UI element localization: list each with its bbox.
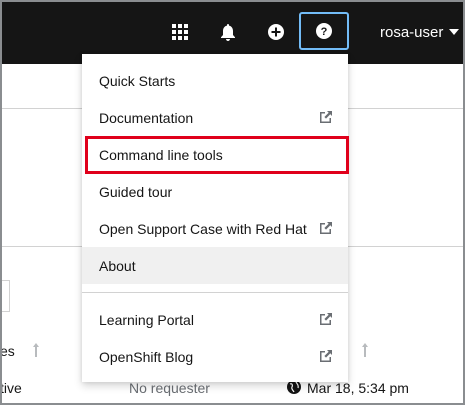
- user-menu-toggle[interactable]: rosa-user: [380, 20, 460, 44]
- row-date: Mar 18, 5:34 pm: [307, 380, 409, 396]
- menu-item-open-support-case[interactable]: Open Support Case with Red Hat: [82, 210, 348, 247]
- menu-divider: [82, 292, 348, 293]
- import-add-button[interactable]: [256, 12, 296, 52]
- menu-item-quick-starts[interactable]: Quick Starts: [82, 62, 348, 99]
- menu-item-openshift-blog[interactable]: OpenShift Blog: [82, 338, 348, 375]
- row-requester: No requester: [129, 380, 210, 396]
- external-link-icon: [320, 313, 332, 325]
- column-header[interactable]: es: [0, 343, 15, 359]
- app-launcher-button[interactable]: [160, 12, 200, 52]
- sort-icon[interactable]: [31, 342, 41, 358]
- menu-item-label: Learning Portal: [99, 311, 194, 328]
- row-status: tive: [0, 380, 22, 396]
- menu-item-label: Command line tools: [99, 146, 223, 163]
- username: rosa-user: [380, 23, 444, 41]
- filter-input[interactable]: [0, 280, 10, 312]
- plus-circle-icon: [268, 24, 284, 40]
- menu-item-guided-tour[interactable]: Guided tour: [82, 173, 348, 210]
- external-link-icon: [320, 111, 332, 123]
- menu-item-documentation[interactable]: Documentation: [82, 99, 348, 136]
- caret-down-icon: [449, 29, 460, 35]
- help-menu-button[interactable]: ?: [299, 12, 349, 50]
- help-dropdown-menu: Quick Starts Documentation Command line …: [82, 54, 348, 382]
- menu-item-learning-portal[interactable]: Learning Portal: [82, 301, 348, 338]
- external-link-icon: [320, 222, 332, 234]
- question-circle-icon: ?: [316, 23, 332, 39]
- menu-item-label: OpenShift Blog: [99, 348, 194, 365]
- menu-item-label: About: [99, 257, 136, 274]
- globe-icon: [287, 380, 301, 394]
- external-link-icon: [320, 350, 332, 362]
- menu-item-label: Guided tour: [99, 183, 173, 200]
- notifications-button[interactable]: [208, 12, 248, 52]
- bell-icon: [221, 23, 235, 41]
- grid-icon: [172, 24, 188, 40]
- menu-item-label: Open Support Case with Red Hat: [99, 220, 307, 237]
- menu-item-label: Documentation: [99, 109, 194, 126]
- menu-item-label: Quick Starts: [99, 72, 176, 89]
- menu-item-about[interactable]: About: [82, 247, 348, 284]
- svg-text:?: ?: [321, 26, 328, 38]
- menu-item-command-line-tools[interactable]: Command line tools: [82, 136, 348, 173]
- sort-icon[interactable]: [360, 342, 370, 358]
